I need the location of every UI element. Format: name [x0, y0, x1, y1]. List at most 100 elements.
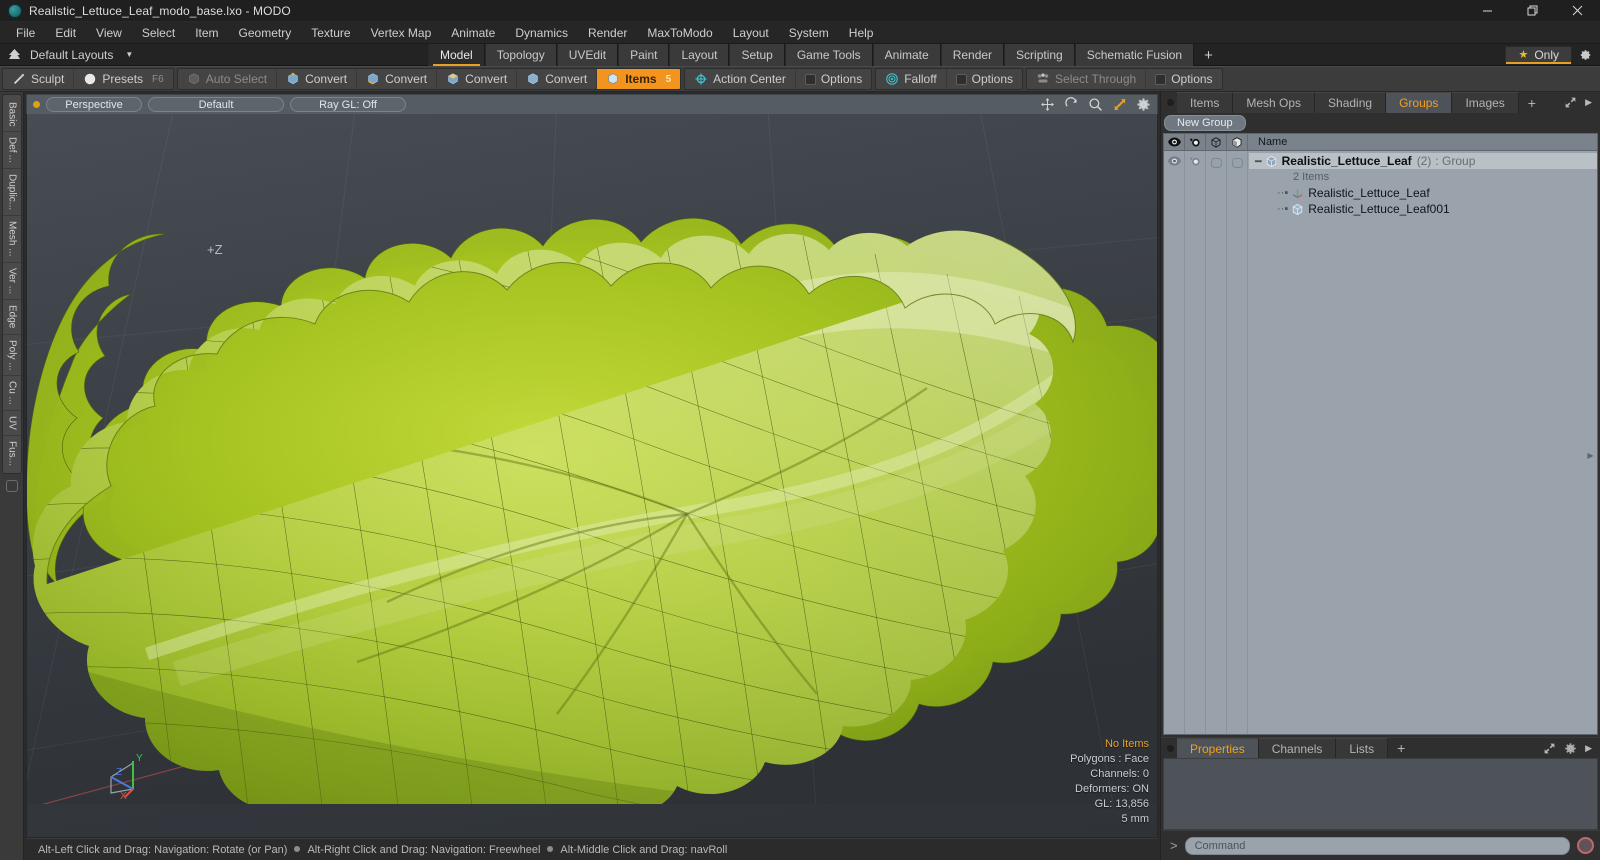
column-header-render[interactable] — [1185, 134, 1206, 150]
row-shaded-toggle[interactable] — [1227, 151, 1248, 734]
menu-file[interactable]: File — [6, 22, 45, 44]
menu-item[interactable]: Item — [185, 22, 228, 44]
tab-shading[interactable]: Shading — [1315, 92, 1387, 113]
select-through-button[interactable]: Select Through — [1027, 69, 1147, 89]
tree-scroll-right-icon[interactable]: ▶ — [1586, 451, 1595, 460]
tab-properties[interactable]: Properties — [1177, 738, 1259, 758]
column-header-shaded[interactable] — [1227, 134, 1248, 150]
properties-menu-dot-icon[interactable] — [1167, 745, 1174, 752]
menu-layout[interactable]: Layout — [723, 22, 779, 44]
menu-edit[interactable]: Edit — [45, 22, 86, 44]
close-button[interactable] — [1555, 0, 1600, 22]
layout-tab-uvedit[interactable]: UVEdit — [556, 44, 619, 66]
properties-panel-body[interactable] — [1163, 758, 1598, 830]
layout-tab-schematic-fusion[interactable]: Schematic Fusion — [1074, 44, 1195, 66]
only-toggle-button[interactable]: ★ Only — [1505, 45, 1572, 64]
gear-icon[interactable] — [1564, 742, 1577, 755]
convert-material-button[interactable]: Convert — [517, 69, 598, 89]
left-tab-edge[interactable]: Edge — [2, 300, 21, 335]
sculpt-button[interactable]: Sculpt — [3, 69, 75, 89]
left-tab-uv[interactable]: UV — [2, 411, 21, 436]
groups-tree-body[interactable]: ━ Realistic_Lettuce_Leaf (2) : Group 2 I… — [1163, 150, 1598, 735]
3d-viewport[interactable]: +Z No Items Polygons : Face Channels: 0 … — [26, 114, 1158, 838]
menu-system[interactable]: System — [779, 22, 839, 44]
tab-items[interactable]: Items — [1177, 92, 1234, 113]
left-tab-mesh[interactable]: Mesh ... — [2, 216, 21, 264]
menu-vertex-map[interactable]: Vertex Map — [361, 22, 442, 44]
left-tab-deform[interactable]: Def ... — [2, 132, 21, 170]
auto-select-button[interactable]: Auto Select — [178, 69, 278, 89]
row-outline-toggle[interactable] — [1206, 151, 1227, 734]
left-tab-vertex[interactable]: Ver ... — [2, 263, 21, 301]
menu-render[interactable]: Render — [578, 22, 637, 44]
convert-vertex-button[interactable]: Convert — [277, 69, 358, 89]
add-panel-tab-button[interactable]: + — [1519, 92, 1545, 113]
minimize-button[interactable] — [1465, 0, 1510, 22]
record-circle-icon[interactable] — [1577, 837, 1594, 854]
table-row[interactable]: ··▪ Realistic_Lettuce_Leaf001 — [1249, 201, 1597, 217]
row-visibility-toggle[interactable] — [1164, 151, 1185, 734]
gear-icon[interactable] — [1574, 45, 1596, 65]
menu-geometry[interactable]: Geometry — [229, 22, 302, 44]
add-layout-tab-button[interactable]: + — [1194, 44, 1223, 66]
menu-animate[interactable]: Animate — [441, 22, 505, 44]
home-icon[interactable] — [6, 47, 22, 63]
menu-maxtomodo[interactable]: MaxToModo — [637, 22, 722, 44]
left-tab-curve[interactable]: Cu ... — [2, 376, 21, 412]
layout-tab-scripting[interactable]: Scripting — [1004, 44, 1075, 66]
layout-tab-topology[interactable]: Topology — [484, 44, 557, 66]
tab-mesh-ops[interactable]: Mesh Ops — [1233, 92, 1316, 113]
left-tab-basic[interactable]: Basic — [2, 97, 21, 133]
menu-view[interactable]: View — [86, 22, 132, 44]
menu-help[interactable]: Help — [839, 22, 884, 44]
table-row[interactable]: ··▪ Realistic_Lettuce_Leaf — [1249, 185, 1597, 201]
viewport-settings-gear-icon[interactable] — [1136, 97, 1151, 112]
layout-tab-game-tools[interactable]: Game Tools — [784, 44, 873, 66]
add-properties-tab-button[interactable]: + — [1388, 738, 1414, 758]
shading-preset-dropdown[interactable]: Default — [148, 97, 284, 112]
items-mode-button[interactable]: Items 5 — [597, 69, 681, 89]
maximize-button[interactable] — [1510, 0, 1555, 22]
rotate-icon[interactable] — [1064, 97, 1079, 112]
convert-edge-button[interactable]: Convert — [357, 69, 438, 89]
left-tab-polygon[interactable]: Poly ... — [2, 335, 21, 377]
presets-button[interactable]: Presets F6 — [74, 69, 172, 89]
view-mode-dropdown[interactable]: Perspective — [46, 97, 142, 112]
chevron-right-icon[interactable]: ▶ — [1585, 743, 1592, 754]
menu-texture[interactable]: Texture — [301, 22, 360, 44]
tab-groups[interactable]: Groups — [1386, 92, 1453, 113]
falloff-button[interactable]: Falloff — [876, 69, 947, 89]
layout-tab-layout[interactable]: Layout — [669, 44, 730, 66]
left-tab-duplicate[interactable]: Duplic... — [2, 169, 21, 217]
select-through-options-button[interactable]: Options — [1146, 69, 1221, 89]
table-row[interactable]: ━ Realistic_Lettuce_Leaf (2) : Group — [1249, 153, 1597, 169]
layout-tab-model[interactable]: Model — [428, 44, 485, 66]
action-center-button[interactable]: Action Center — [685, 69, 796, 89]
chevron-right-icon[interactable]: ▶ — [1585, 97, 1592, 108]
layout-tab-paint[interactable]: Paint — [618, 44, 670, 66]
convert-polygon-button[interactable]: Convert — [437, 69, 518, 89]
layout-tab-animate[interactable]: Animate — [872, 44, 941, 66]
tab-lists[interactable]: Lists — [1336, 738, 1389, 758]
layout-tab-render[interactable]: Render — [940, 44, 1005, 66]
panel-menu-dot-icon[interactable] — [1167, 99, 1174, 106]
axis-gizmo[interactable]: Y Z X — [99, 741, 161, 799]
action-center-options-button[interactable]: Options — [796, 69, 871, 89]
row-render-toggle[interactable] — [1185, 151, 1206, 734]
tab-channels[interactable]: Channels — [1258, 738, 1337, 758]
zoom-icon[interactable] — [1088, 97, 1103, 112]
falloff-options-button[interactable]: Options — [947, 69, 1022, 89]
new-group-button[interactable]: New Group — [1164, 115, 1246, 131]
viewport-menu-dot-icon[interactable] — [33, 101, 40, 108]
command-input[interactable] — [1184, 836, 1570, 855]
tree-collapse-handle[interactable]: ━ — [1255, 155, 1262, 168]
ray-gl-toggle[interactable]: Ray GL: Off — [290, 97, 406, 112]
left-strip-toggle-box[interactable] — [5, 479, 18, 492]
expand-icon[interactable] — [1564, 96, 1577, 109]
expand-icon[interactable] — [1543, 742, 1556, 755]
tab-images[interactable]: Images — [1452, 92, 1519, 113]
column-header-outline[interactable] — [1206, 134, 1227, 150]
left-tab-fusion[interactable]: Fus... — [3, 436, 21, 471]
pan-icon[interactable] — [1040, 97, 1055, 112]
menu-select[interactable]: Select — [132, 22, 185, 44]
